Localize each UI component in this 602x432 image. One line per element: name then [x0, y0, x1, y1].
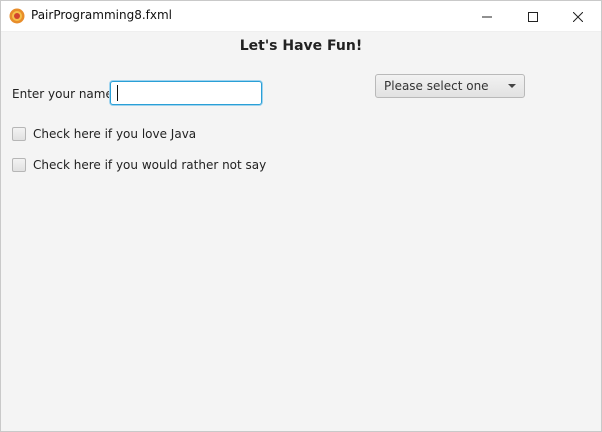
- rather-not-say-label[interactable]: Check here if you would rather not say: [33, 158, 266, 172]
- maximize-icon: [528, 7, 538, 26]
- maximize-button[interactable]: [510, 1, 556, 31]
- rather-not-say-checkbox-row[interactable]: Check here if you would rather not say: [12, 156, 266, 174]
- page-title: Let's Have Fun!: [239, 38, 363, 54]
- love-java-checkbox[interactable]: [12, 127, 26, 141]
- minimize-icon: [482, 7, 492, 26]
- name-input[interactable]: [110, 81, 262, 105]
- close-icon: [572, 7, 584, 26]
- window-title: PairProgramming8.fxml: [31, 8, 172, 22]
- title-bar[interactable]: PairProgramming8.fxml: [1, 1, 601, 32]
- chevron-down-icon: [508, 84, 516, 88]
- java-app-icon: [9, 8, 25, 24]
- name-label: Enter your name:: [12, 87, 117, 101]
- close-button[interactable]: [555, 1, 601, 31]
- love-java-label[interactable]: Check here if you love Java: [33, 127, 196, 141]
- love-java-checkbox-row[interactable]: Check here if you love Java: [12, 125, 196, 143]
- select-dropdown[interactable]: Please select one: [375, 74, 525, 98]
- dropdown-selected-value: Please select one: [384, 79, 489, 93]
- app-window: PairProgramming8.fxml Let's Have Fun! En…: [0, 0, 602, 432]
- minimize-button[interactable]: [464, 1, 510, 31]
- rather-not-say-checkbox[interactable]: [12, 158, 26, 172]
- text-caret: [117, 85, 118, 101]
